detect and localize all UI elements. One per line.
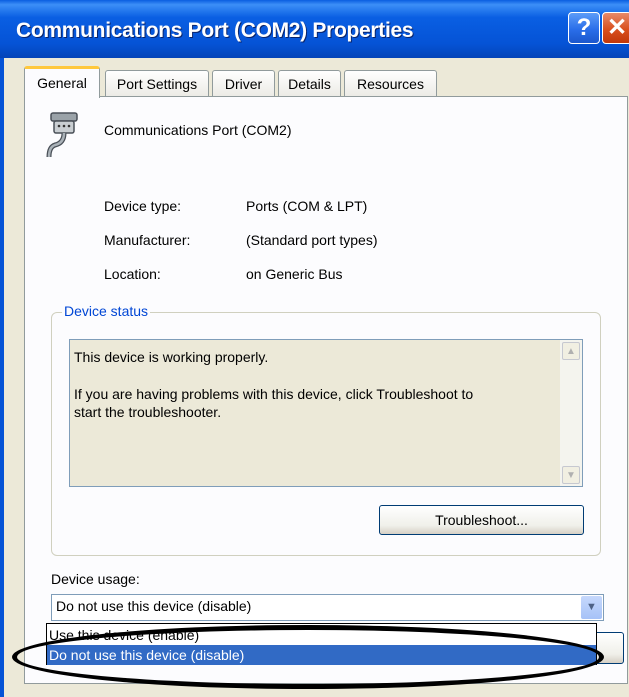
device-usage-selected: Do not use this device (disable): [56, 598, 252, 614]
device-name: Communications Port (COM2): [104, 122, 292, 138]
help-button[interactable]: ?: [568, 12, 600, 44]
device-status-label: Device status: [62, 303, 151, 319]
manufacturer-value: (Standard port types): [246, 232, 378, 248]
status-line-2a: If you are having problems with this dev…: [74, 386, 474, 402]
device-usage-label: Device usage:: [51, 571, 140, 587]
properties-dialog: Communications Port (COM2) Properties ? …: [0, 0, 629, 697]
scroll-up-icon[interactable]: ▲: [562, 342, 580, 360]
status-line-1: This device is working properly.: [74, 349, 269, 365]
close-button[interactable]: ✕: [602, 12, 629, 44]
annotation-ellipse: [12, 625, 604, 689]
scroll-down-icon[interactable]: ▼: [562, 466, 580, 484]
device-status-textbox[interactable]: This device is working properly. If you …: [69, 339, 583, 487]
general-tab-panel: Communications Port (COM2) Device type: …: [24, 96, 628, 684]
tab-general[interactable]: General: [24, 66, 100, 98]
window-title: Communications Port (COM2) Properties: [16, 19, 414, 42]
status-line-2b: start the troubleshooter.: [74, 404, 222, 420]
title-bar[interactable]: Communications Port (COM2) Properties ? …: [0, 0, 629, 58]
status-scrollbar[interactable]: ▲ ▼: [560, 340, 582, 486]
tab-port-settings[interactable]: Port Settings: [105, 70, 209, 96]
troubleshoot-button[interactable]: Troubleshoot...: [379, 505, 584, 535]
device-usage-select[interactable]: Do not use this device (disable) ▼: [51, 594, 604, 621]
location-value: on Generic Bus: [246, 266, 343, 282]
device-type-label: Device type:: [104, 198, 182, 214]
dialog-client-area: General Port Settings Driver Details Res…: [0, 58, 629, 697]
serial-port-icon: [46, 112, 78, 158]
device-type-value: Ports (COM & LPT): [246, 198, 368, 214]
device-status-group: Device status This device is working pro…: [51, 303, 601, 556]
tab-resources[interactable]: Resources: [344, 70, 437, 96]
chevron-down-icon[interactable]: ▼: [581, 596, 602, 619]
location-label: Location:: [104, 266, 161, 282]
tab-driver[interactable]: Driver: [212, 70, 275, 96]
tab-details[interactable]: Details: [278, 70, 341, 96]
manufacturer-label: Manufacturer:: [104, 232, 191, 248]
